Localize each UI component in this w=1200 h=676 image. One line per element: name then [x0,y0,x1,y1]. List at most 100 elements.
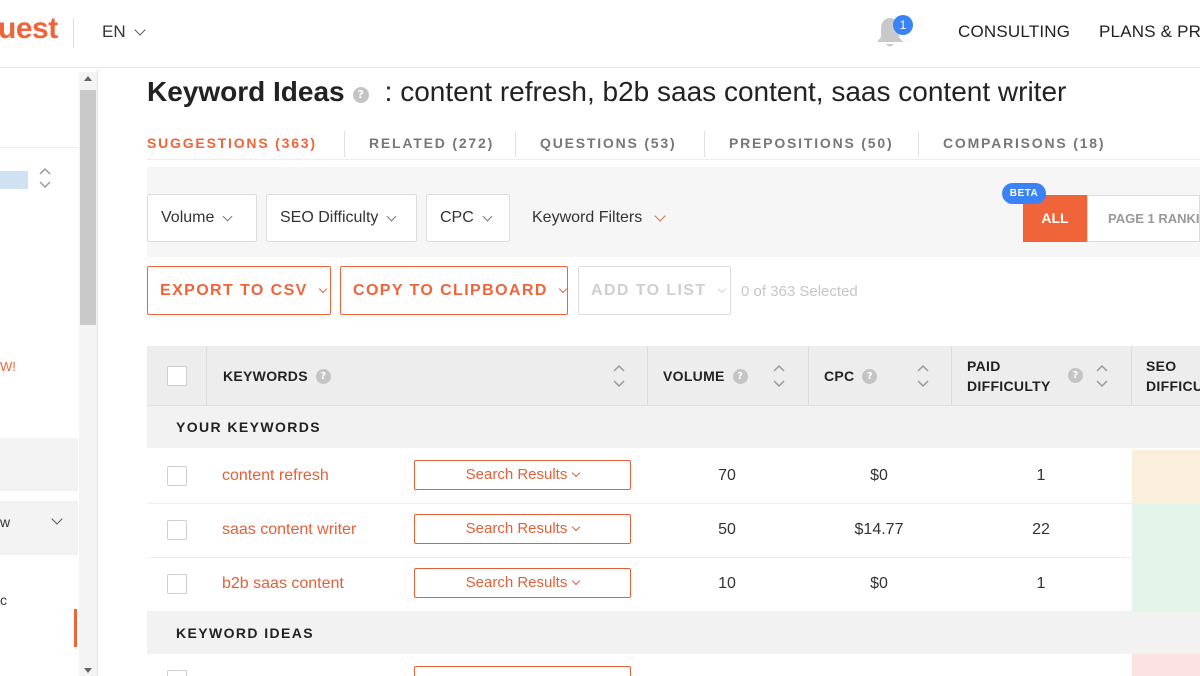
nav-plans-pricing[interactable]: PLANS & PRIC [1099,22,1200,42]
volume-filter[interactable]: Volume [147,194,257,242]
scroll-up-arrow-icon[interactable] [84,76,92,81]
divider [0,147,78,148]
keyword-link[interactable]: b2b saas content [222,575,344,593]
sidebar-new-label: W! [0,359,16,374]
chevron-down-icon [572,576,581,586]
help-icon[interactable]: ? [732,368,748,384]
tab-bar: SUGGESTIONS (363) RELATED (272) QUESTION… [147,128,1119,160]
keyword-link[interactable]: saas content writer [222,521,356,539]
table-row: saas content writer Search Results 50 $1… [147,504,1200,558]
help-icon[interactable]: ? [352,87,369,103]
chevron-down-icon [572,468,581,478]
header-keywords: KEYWORDS ? [223,346,331,406]
cpc-filter[interactable]: CPC [426,194,510,242]
search-results-button[interactable] [414,666,631,676]
header-cpc-label: CPC [824,368,855,384]
table-row: b2b saas content Search Results 10 $0 1 [147,558,1200,612]
search-results-button[interactable]: Search Results [414,460,631,490]
row-checkbox[interactable] [167,574,187,594]
paid-difficulty-cell: 1 [1036,467,1046,484]
chevron-down-icon [133,24,146,36]
language-label: EN [102,22,126,41]
header-paid-difficulty: PAID DIFFICULTY [967,346,1051,406]
sidebar-item[interactable] [0,438,78,491]
page-title: Keyword Ideas ? : content refresh, b2b s… [147,76,1066,108]
selected-count: 0 of 363 Selected [741,283,858,300]
column-divider [808,346,809,406]
cpc-cell: $0 [870,467,888,484]
cpc-cell: $0 [870,575,888,592]
brand-logo[interactable]: uest [0,12,58,46]
row-checkbox[interactable] [167,466,187,486]
seo-difficulty-filter[interactable]: SEO Difficulty [266,194,417,242]
seo-difficulty-cell [1132,450,1200,504]
tab-comparisons[interactable]: COMPARISONS (18) [919,128,1119,160]
header-seo-difficulty: SEO DIFFICUL [1146,346,1200,406]
sidebar-active-indicator [74,609,77,647]
top-bar: uest EN 1 CONSULTING PLANS & PRIC [0,0,1200,68]
tabs-underline [147,159,1200,160]
header-keywords-label: KEYWORDS [223,368,308,384]
column-divider [951,346,952,406]
help-icon[interactable]: ? [1068,368,1083,383]
tab-related[interactable]: RELATED (272) [345,128,515,160]
chevron-down-icon [717,284,726,293]
search-results-button[interactable]: Search Results [414,514,631,544]
nav-consulting[interactable]: CONSULTING [958,22,1070,42]
header-seo-difficulty-line2: DIFFICUL [1146,378,1200,394]
tab-prepositions[interactable]: PREPOSITIONS (50) [705,128,918,160]
header-paid-difficulty-line2: DIFFICULTY [967,378,1051,394]
language-selector[interactable]: EN [102,22,146,42]
volume-cell: 70 [718,467,736,484]
sidebar-selection-highlight[interactable] [0,171,28,189]
sidebar-item-label[interactable]: w [0,514,10,530]
header-cpc: CPC ? [824,346,878,406]
beta-badge: BETA [1002,183,1046,204]
chevron-down-icon [572,522,581,532]
export-csv-button[interactable]: EXPORT TO CSV [147,266,331,315]
search-results-button[interactable]: Search Results [414,568,631,598]
chevron-down-icon [222,211,233,221]
column-divider [206,346,207,406]
scrollbar-thumb[interactable] [80,90,96,325]
header-volume: VOLUME ? [663,346,748,406]
section-keyword-ideas: KEYWORD IDEAS [147,612,1200,654]
chevron-down-icon [386,211,397,221]
volume-cell: 10 [718,575,736,592]
help-icon[interactable]: ? [862,368,878,384]
sort-icon[interactable] [773,363,785,389]
sidebar-item-label[interactable]: c [0,592,7,608]
row-checkbox[interactable] [167,670,187,676]
sidebar-item-expandable[interactable] [0,501,78,555]
page1-ranking-toggle-button[interactable]: PAGE 1 RANKIN [1087,195,1200,242]
scroll-down-arrow-icon[interactable] [84,668,92,673]
select-all-checkbox[interactable] [167,366,187,386]
keyword-link[interactable]: content refresh [222,467,329,485]
cpc-cell: $14.77 [854,521,904,538]
copy-clipboard-button[interactable]: COPY TO CLIPBOARD [340,266,568,315]
export-csv-label: EXPORT TO CSV [160,281,308,299]
add-to-list-button[interactable]: ADD TO LIST [578,266,731,315]
keyword-filters-dropdown[interactable]: Keyword Filters [532,209,666,227]
divider [73,18,74,48]
column-divider [647,346,648,406]
sort-icon[interactable] [1096,363,1108,389]
table-row [147,654,1200,676]
seo-difficulty-cell [1132,654,1200,676]
help-icon[interactable]: ? [315,368,331,384]
sort-icon[interactable] [613,363,625,389]
tab-suggestions[interactable]: SUGGESTIONS (363) [147,128,344,160]
header-paid-difficulty-line1: PAID [967,358,1001,374]
column-divider [1131,346,1132,406]
cpc-filter-label: CPC [440,209,474,226]
search-results-label: Search Results [465,574,568,591]
sort-updown-icon[interactable] [38,165,52,191]
copy-clipboard-label: COPY TO CLIPBOARD [353,281,548,299]
chevron-down-icon [558,284,568,293]
chevron-down-icon [318,284,327,293]
tab-questions[interactable]: QUESTIONS (53) [516,128,704,160]
sort-icon[interactable] [917,363,929,389]
chevron-down-icon [654,210,666,222]
search-results-label: Search Results [465,466,568,483]
row-checkbox[interactable] [167,520,187,540]
